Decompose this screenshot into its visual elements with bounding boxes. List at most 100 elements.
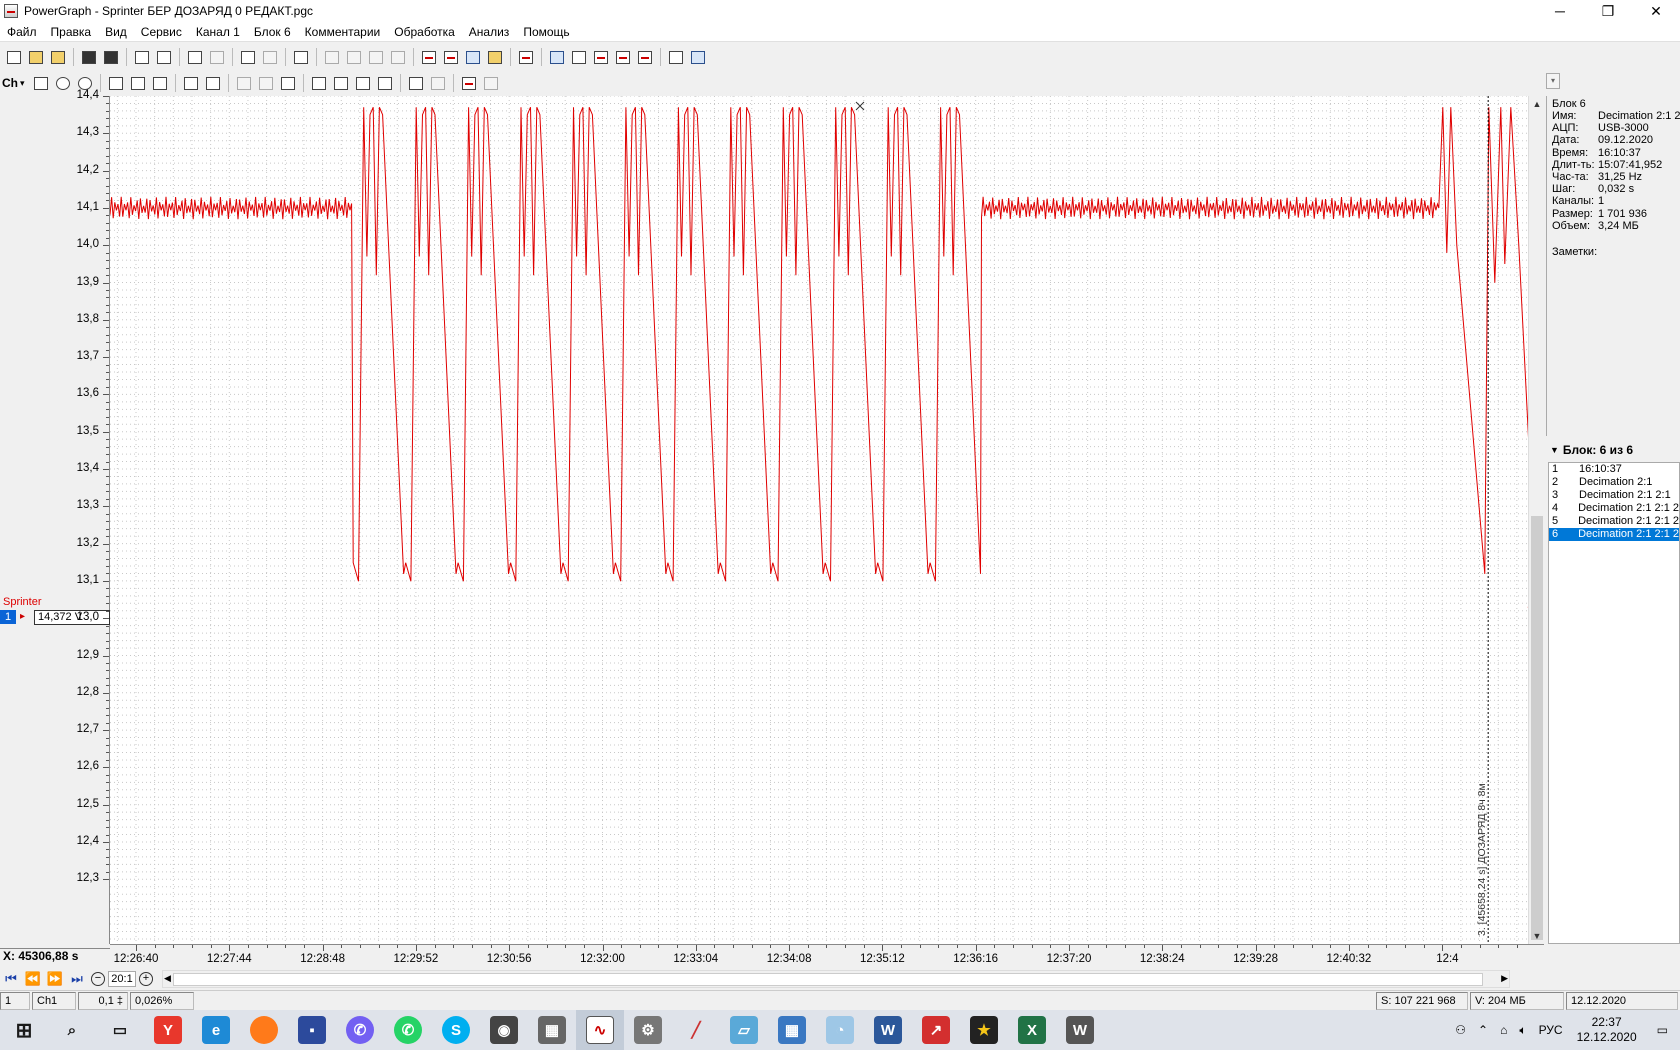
menu-help[interactable]: Помощь xyxy=(516,25,576,39)
plot-area[interactable]: 3. [45658,24 s] ДОЗАРЯД 8ч 8м xyxy=(110,96,1528,944)
print-icon[interactable] xyxy=(132,47,152,67)
tool-app-taskbar[interactable]: ⚙ xyxy=(624,1010,672,1050)
block-list-item[interactable]: 5 Decimation 2:1 2:1 2 xyxy=(1549,515,1679,528)
clock[interactable]: 22:37 12.12.2020 xyxy=(1569,1015,1645,1045)
go-prev-icon[interactable] xyxy=(331,73,351,93)
chevron-down-icon[interactable]: ▼ xyxy=(1550,445,1559,455)
go-start-icon[interactable] xyxy=(309,73,329,93)
delete-dim-icon[interactable] xyxy=(481,73,501,93)
powergraph-taskbar[interactable]: ∿ xyxy=(576,1010,624,1050)
spectrum-icon[interactable] xyxy=(591,47,611,67)
camera-taskbar[interactable]: ◉ xyxy=(480,1010,528,1050)
tool-dim-6-icon[interactable] xyxy=(256,73,276,93)
close-button[interactable]: ✕ xyxy=(1632,0,1680,22)
language-indicator[interactable]: РУС xyxy=(1533,1023,1569,1037)
excel-taskbar[interactable]: X xyxy=(1008,1010,1056,1050)
first-block-icon[interactable]: ⏮ xyxy=(2,970,20,988)
copy-block-icon[interactable] xyxy=(185,47,205,67)
menu-file[interactable]: Файл xyxy=(0,25,44,39)
delete-marker-icon[interactable] xyxy=(459,73,479,93)
menu-view[interactable]: Вид xyxy=(98,25,134,39)
horizontal-scroll-thumb[interactable] xyxy=(173,973,1483,986)
w-app-taskbar[interactable]: W xyxy=(1056,1010,1104,1050)
ie-taskbar[interactable]: e xyxy=(192,1010,240,1050)
next-page-icon[interactable]: ⏩ xyxy=(46,970,64,988)
save-all-icon[interactable] xyxy=(101,47,121,67)
chevron-down-icon[interactable]: ▾ xyxy=(20,78,30,89)
skype-taskbar[interactable]: S xyxy=(432,1010,480,1050)
last-block-icon[interactable]: ⏭ xyxy=(68,970,86,988)
scroll-down-icon[interactable]: ▼ xyxy=(1529,928,1545,944)
paste-icon[interactable] xyxy=(260,47,280,67)
media-app-taskbar[interactable]: ★ xyxy=(960,1010,1008,1050)
menu-edit[interactable]: Правка xyxy=(44,25,99,39)
zoom-ratio-field[interactable]: 20:1 xyxy=(108,971,136,987)
block-list-item[interactable]: 3 Decimation 2:1 2:1 xyxy=(1549,489,1679,502)
help-icon[interactable] xyxy=(666,47,686,67)
copy-icon[interactable] xyxy=(238,47,258,67)
start-button[interactable]: ⊞ xyxy=(0,1010,48,1050)
minimize-button[interactable]: ─ xyxy=(1536,0,1584,22)
wave-dim-icon[interactable] xyxy=(428,73,448,93)
histogram-icon[interactable] xyxy=(635,47,655,67)
firefox-taskbar[interactable] xyxy=(240,1010,288,1050)
zoom-out-button[interactable]: − xyxy=(91,972,105,986)
open-file-icon[interactable] xyxy=(26,47,46,67)
tool-dim-3-icon[interactable] xyxy=(366,47,386,67)
vertical-fit-icon[interactable] xyxy=(106,73,126,93)
whatsapp-taskbar[interactable]: ✆ xyxy=(384,1010,432,1050)
process-icon[interactable] xyxy=(463,47,483,67)
save-icon[interactable] xyxy=(79,47,99,67)
maximize-button[interactable]: ❐ xyxy=(1584,0,1632,22)
signal-chart[interactable]: 3. [45658,24 s] ДОЗАРЯД 8ч 8м xyxy=(110,96,1528,944)
function-icon[interactable] xyxy=(516,47,536,67)
clipboard-icon[interactable] xyxy=(291,47,311,67)
statistics-icon[interactable] xyxy=(613,47,633,67)
block-list-item[interactable]: 1 16:10:37 xyxy=(1549,463,1679,476)
horizontal-fit-icon[interactable] xyxy=(128,73,148,93)
word-taskbar[interactable]: W xyxy=(864,1010,912,1050)
yandex-taskbar[interactable]: Y xyxy=(144,1010,192,1050)
channel-selector-label[interactable]: Ch xyxy=(0,76,20,90)
go-end-icon[interactable] xyxy=(375,73,395,93)
tool-dim-5-icon[interactable] xyxy=(234,73,254,93)
list-icon[interactable] xyxy=(31,73,51,93)
vertical-scrollbar[interactable]: ▲ ▼ xyxy=(1528,96,1544,944)
menu-service[interactable]: Сервис xyxy=(134,25,189,39)
menu-processing[interactable]: Обработка xyxy=(387,25,462,39)
menu-comments[interactable]: Комментарии xyxy=(298,25,388,39)
filter-icon[interactable] xyxy=(419,47,439,67)
chip-app-taskbar[interactable]: ▦ xyxy=(528,1010,576,1050)
fit-all-icon[interactable] xyxy=(150,73,170,93)
channel-number-badge[interactable]: 1 xyxy=(0,610,16,624)
task-view-button[interactable]: ▭ xyxy=(96,1010,144,1050)
analysis-zoom-icon[interactable] xyxy=(569,47,589,67)
block-list-item[interactable]: 4 Decimation 2:1 2:1 2 xyxy=(1549,502,1679,515)
cursor-cross-icon[interactable] xyxy=(855,101,865,111)
horizontal-scrollbar[interactable]: ◀ ▶ xyxy=(162,970,1510,988)
zoom-in-button[interactable]: + xyxy=(139,972,153,986)
panel-dropdown-icon[interactable]: ▾ xyxy=(1546,73,1560,89)
scroll-right-icon[interactable]: ▶ xyxy=(1501,973,1508,984)
tool-dim-1-icon[interactable] xyxy=(322,47,342,67)
wave-icon[interactable] xyxy=(406,73,426,93)
search-button[interactable]: ⌕ xyxy=(48,1010,96,1050)
tool-dim-4-icon[interactable] xyxy=(388,47,408,67)
menu-block[interactable]: Блок 6 xyxy=(247,25,298,39)
go-next-icon[interactable] xyxy=(353,73,373,93)
prev-page-icon[interactable]: ⏪ xyxy=(24,970,42,988)
calculator-taskbar[interactable]: ▦ xyxy=(768,1010,816,1050)
show-hidden-icons[interactable]: ⌃ xyxy=(1472,1023,1494,1037)
zoom-out-icon[interactable] xyxy=(53,73,73,93)
print-preview-icon[interactable] xyxy=(154,47,174,67)
autoscale-all-icon[interactable] xyxy=(203,73,223,93)
transform-icon[interactable] xyxy=(485,47,505,67)
about-icon[interactable] xyxy=(688,47,708,67)
table-icon[interactable] xyxy=(547,47,567,67)
vertical-scroll-thumb[interactable] xyxy=(1531,516,1543,940)
block-list-item[interactable]: 2 Decimation 2:1 xyxy=(1549,476,1679,489)
tool-dim-2-icon[interactable] xyxy=(344,47,364,67)
volume-icon[interactable]: 🔈︎ xyxy=(1513,1023,1532,1038)
save-app-taskbar[interactable]: ▪ xyxy=(288,1010,336,1050)
person-icon[interactable]: ⚇ xyxy=(1449,1023,1472,1037)
